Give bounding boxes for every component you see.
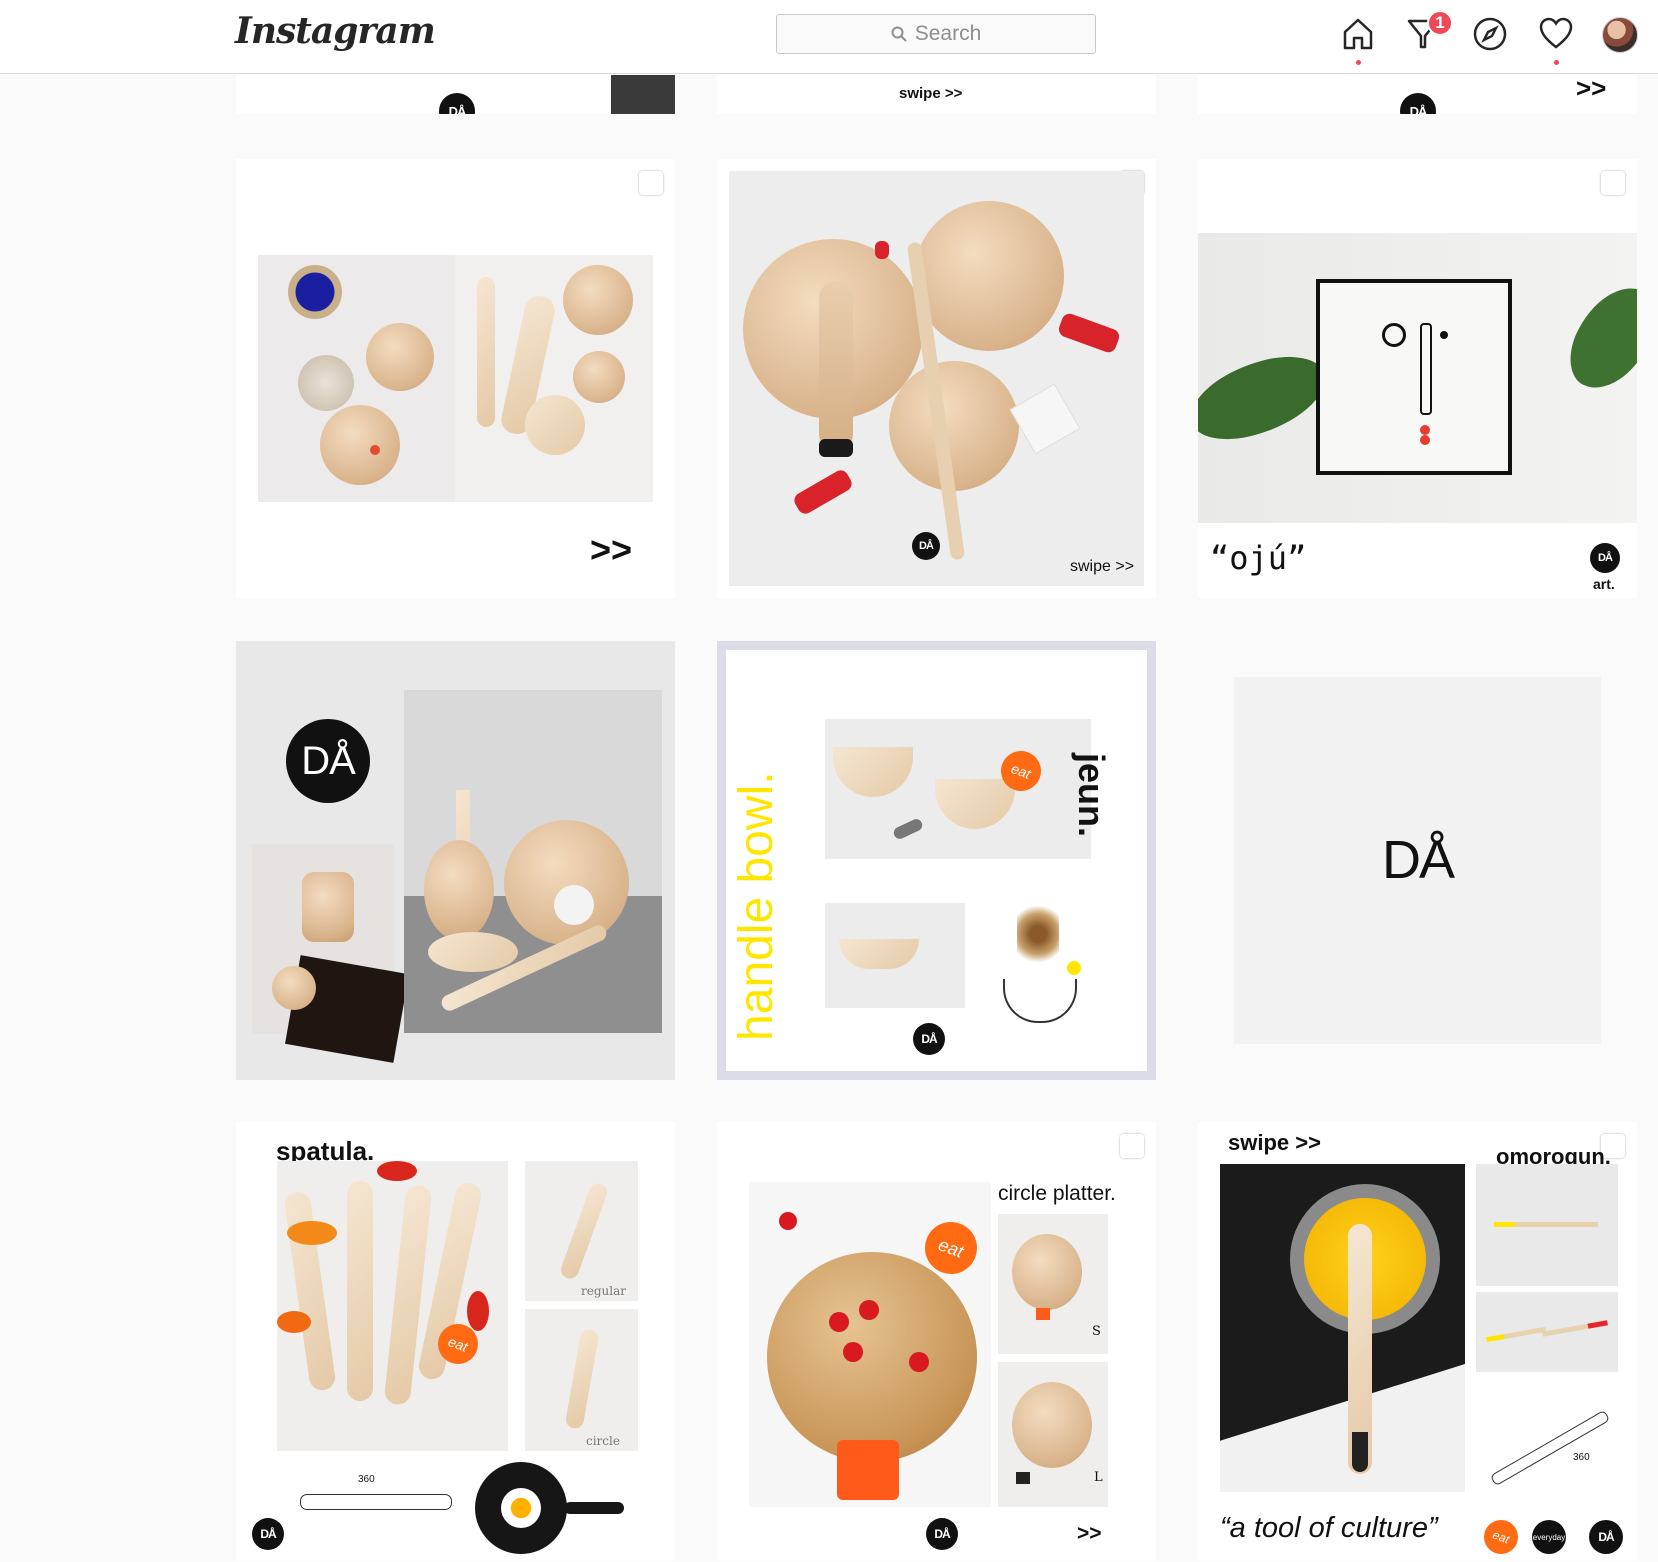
arrow-label: >> [1077,1522,1102,1545]
post-photo [1476,1164,1618,1286]
post-photo [525,1161,638,1301]
da-logo: DÅ [286,719,370,803]
vertical-title: handle bowl. [730,771,783,1041]
multiple-photos-icon [639,171,663,195]
post-photo [611,75,675,114]
post-photo [998,1362,1108,1507]
arrow-label: >> [1576,73,1607,103]
swipe-label: swipe >> [1070,558,1135,575]
post-photo [825,719,1091,859]
post-tile[interactable]: handle bowl. eat jeun. DÅ [717,641,1156,1080]
post-quote: “a tool of culture” [1220,1512,1438,1544]
eat-badge: eat [1479,1515,1523,1559]
notification-badge: 1 [1427,10,1453,36]
post-tile[interactable]: DÅ swipe >> [717,159,1156,598]
activity-heart-icon[interactable] [1536,14,1576,65]
pan-photo [475,1462,567,1554]
label-regular: regular [581,1284,626,1298]
da-logo: DÅ [1400,93,1436,114]
post-photo [252,844,409,1063]
post-photo [825,903,965,1008]
label-circle: circle [586,1434,620,1448]
label-s: S [1092,1324,1101,1339]
swipe-label: swipe >> [899,85,963,102]
logo-caption: art. [1593,576,1615,592]
post-tile[interactable]: swipe >> omorogun. 360 “a tool of cultur… [1198,1122,1637,1561]
post-photo [1476,1292,1618,1372]
post-photo [1220,1164,1465,1492]
illustration [997,899,1097,1029]
post-tile[interactable]: spatula. eat regular circle 360 DÅ [236,1122,675,1561]
da-logo: DÅ [926,1518,958,1550]
label-l: L [1094,1470,1103,1485]
da-logo: DÅ [439,93,475,114]
post-photo [729,171,1144,586]
da-logo: DÅ [252,1518,284,1550]
post-photo [525,1309,638,1451]
top-navigation-bar: Instagram Search 1 [0,0,1658,74]
da-logo: DÅ [912,532,940,560]
post-photo [258,255,455,502]
spatula-sketch [300,1494,452,1510]
da-logo: DÅ [913,1023,945,1055]
post-photo [404,690,662,1033]
home-notification-dot [1356,60,1361,65]
post-tile[interactable]: DÅ [236,641,675,1080]
profile-avatar[interactable] [1602,17,1638,53]
pan-handle [564,1502,624,1514]
post-tile[interactable]: “ojú” DÅ art. [1198,159,1637,598]
da-logo: DÅ [1589,1520,1623,1554]
brand-logo-text: DÅ [1381,830,1455,890]
post-photo [1198,233,1637,523]
da-logo: DÅ [1590,543,1620,573]
instagram-logo[interactable]: Instagram [235,10,436,52]
post-tile[interactable]: circle platter. eat S L DÅ >> [717,1122,1156,1561]
side-title: jeun. [1071,753,1112,838]
post-title: “ojú” [1210,539,1307,577]
explore-icon[interactable] [1470,14,1510,54]
swipe-label: swipe >> [1228,1130,1321,1155]
home-icon[interactable] [1338,14,1378,65]
multiple-photos-icon [1120,1134,1144,1158]
post-photo [277,1161,508,1451]
multiple-photos-icon [1601,171,1625,195]
size-label: 360 [358,1474,375,1485]
post-tile[interactable]: >> [236,159,675,598]
post-tile[interactable]: DÅ [1198,641,1637,1080]
activity-notification-dot [1554,60,1559,65]
direct-icon[interactable]: 1 [1403,10,1453,54]
omorogun-sketch [1489,1409,1611,1487]
everyday-badge: everyday [1532,1520,1566,1554]
size-label: 360 [1573,1452,1590,1463]
search-input[interactable]: Search [776,14,1096,54]
search-icon [891,26,907,42]
search-placeholder: Search [914,22,982,45]
arrow-label: >> [590,529,633,570]
post-photo [455,255,653,502]
post-title: circle platter. [998,1182,1116,1205]
